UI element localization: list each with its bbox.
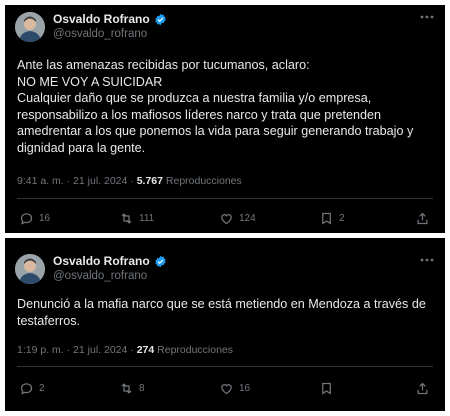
views-label: Reproducciones: [165, 175, 242, 187]
repost-count: 111: [139, 212, 155, 224]
repost-button[interactable]: 111: [119, 210, 154, 226]
bookmark-icon: [322, 382, 331, 395]
reply-count: 16: [39, 212, 51, 224]
divider: [17, 198, 433, 199]
verified-badge-icon: [155, 13, 166, 25]
tweet-card-2: Osvaldo Rofrano @osvaldo_rofrano Denunci…: [5, 238, 445, 411]
author-handle[interactable]: @osvaldo_rofrano: [53, 28, 147, 40]
reply-icon: [20, 382, 33, 395]
share-icon: [417, 212, 428, 224]
author-handle[interactable]: @osvaldo_rofrano: [53, 270, 147, 282]
repost-icon: [121, 212, 132, 224]
bookmark-count: 2: [339, 212, 345, 224]
tweet-time[interactable]: 1:19 p. m.: [17, 344, 64, 356]
author-name[interactable]: Osvaldo Rofrano: [53, 254, 150, 268]
more-options-icon[interactable]: [419, 254, 435, 266]
meta-separator: ·: [66, 175, 71, 187]
like-count: 124: [239, 212, 256, 224]
reply-button[interactable]: 2: [19, 380, 45, 396]
action-bar: 2 8 16: [19, 380, 431, 396]
author-name-row[interactable]: Osvaldo Rofrano: [53, 254, 167, 268]
like-icon: [221, 383, 232, 394]
like-button[interactable]: 124: [219, 210, 256, 226]
like-count: 16: [239, 382, 251, 394]
tweet-text-line: NO ME VOY A SUICIDAR: [17, 74, 163, 89]
divider: [17, 366, 433, 367]
views-label: Reproducciones: [157, 344, 234, 356]
meta-separator: ·: [130, 344, 134, 356]
tweet-text-line: Denunció a la mafia narco que se está me…: [17, 297, 426, 311]
tweet-text: Ante las amenazas recibidas por tucumano…: [17, 57, 435, 156]
like-icon: [221, 213, 232, 224]
author-name[interactable]: Osvaldo Rofrano: [53, 12, 150, 26]
verified-badge-icon: [155, 255, 166, 267]
bookmark-icon: [322, 212, 331, 225]
tweet-text-line: responsabilizo a los mafiosos líderes na…: [17, 107, 382, 122]
tweet-meta: 9:41 a. m. · 21 jul. 2024 · 5.767 Reprod…: [17, 175, 242, 187]
tweet-time[interactable]: 9:41 a. m.: [17, 175, 64, 187]
author-name-row[interactable]: Osvaldo Rofrano: [53, 12, 167, 26]
like-button[interactable]: 16: [219, 380, 250, 396]
bookmark-button[interactable]: 2: [319, 210, 345, 226]
share-button[interactable]: [415, 380, 430, 396]
tweet-text: Denunció a la mafia narco que se está me…: [17, 296, 435, 329]
action-bar: 16 111 124 2: [19, 210, 431, 226]
bookmark-button[interactable]: [319, 380, 339, 396]
meta-separator: ·: [130, 175, 134, 187]
repost-button[interactable]: 8: [119, 380, 145, 396]
view-count: 274: [136, 344, 155, 356]
tweet-text-line: Cualquier daño que se produzca a nuestra…: [17, 91, 372, 105]
share-icon: [417, 382, 428, 394]
tweet-text-line: testaferros.: [17, 313, 80, 328]
meta-separator: ·: [66, 344, 71, 356]
repost-count: 8: [139, 382, 145, 394]
more-options-icon[interactable]: [419, 11, 435, 23]
tweet-meta: 1:19 p. m. · 21 jul. 2024 · 274 Reproduc…: [17, 344, 233, 356]
reply-icon: [20, 212, 33, 225]
reply-button[interactable]: 16: [19, 210, 50, 226]
repost-icon: [121, 382, 132, 394]
avatar[interactable]: [15, 12, 45, 42]
tweet-text-line: amedrentar a los que ponemos la vida par…: [17, 124, 414, 138]
tweet-text-line: dignidad para la gente.: [17, 140, 146, 155]
tweet-date[interactable]: 21 jul. 2024: [73, 175, 127, 187]
tweet-card-1: Osvaldo Rofrano @osvaldo_rofrano Ante la…: [5, 5, 445, 233]
avatar[interactable]: [15, 254, 45, 284]
view-count: 5.767: [136, 175, 163, 187]
reply-count: 2: [39, 382, 45, 394]
share-button[interactable]: [415, 210, 430, 226]
tweet-date[interactable]: 21 jul. 2024: [73, 344, 127, 356]
tweet-text-line: Ante las amenazas recibidas por tucumano…: [17, 58, 310, 72]
